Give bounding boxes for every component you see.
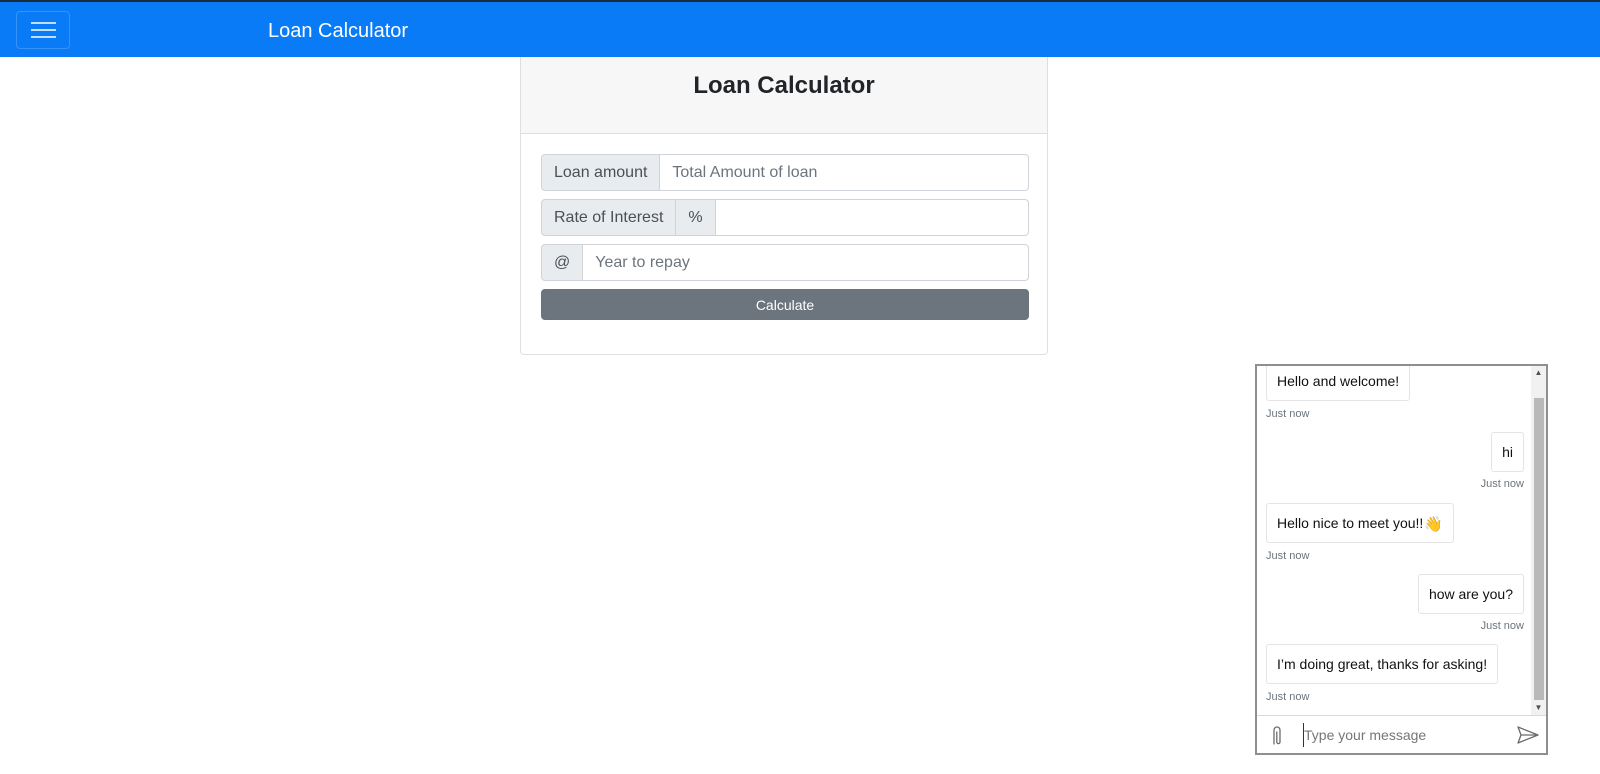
percent-label: %	[676, 199, 716, 236]
navbar-toggler-button[interactable]	[16, 11, 70, 49]
card-header: Loan Calculator	[521, 57, 1047, 134]
scroll-up-arrow-icon[interactable]: ▲	[1531, 366, 1546, 380]
chat-widget: Hello and welcome! Just now hi Just now …	[1255, 364, 1548, 755]
chat-message-list: Hello and welcome! Just now hi Just now …	[1257, 366, 1531, 715]
waving-hand-icon: 👋	[1424, 516, 1443, 533]
calculate-button[interactable]: Calculate	[541, 289, 1029, 320]
message-text: Hello nice to meet you!!	[1277, 515, 1424, 531]
navbar: Loan Calculator	[0, 0, 1600, 57]
message-timestamp: Just now	[1266, 408, 1310, 420]
menu-icon	[31, 22, 56, 24]
menu-icon-bar	[31, 29, 56, 31]
message-bubble: how are you?	[1417, 574, 1524, 614]
years-group: @	[541, 244, 1029, 281]
message-bubble: I’m doing great, thanks for asking!	[1266, 644, 1499, 684]
scroll-down-arrow-icon[interactable]: ▼	[1531, 701, 1546, 715]
message-bubble: hi	[1491, 432, 1524, 472]
chat-input-bar	[1257, 715, 1546, 753]
message-timestamp: Just now	[1480, 620, 1524, 632]
chat-message-input[interactable]	[1303, 723, 1504, 747]
loan-amount-group: Loan amount	[541, 154, 1029, 191]
menu-icon-bar	[31, 36, 56, 38]
loan-calculator-card: Loan Calculator Loan amount Rate of Inte…	[520, 57, 1048, 355]
message-timestamp: Just now	[1480, 478, 1524, 490]
chat-scrollbar[interactable]: ▲ ▼	[1531, 366, 1546, 715]
loan-amount-input[interactable]	[660, 154, 1029, 191]
message-bubble: Hello nice to meet you!!👋	[1266, 503, 1454, 543]
loan-amount-label: Loan amount	[541, 154, 661, 191]
interest-input[interactable]	[715, 199, 1029, 236]
card-title: Loan Calculator	[693, 72, 875, 99]
interest-label: Rate of Interest	[541, 199, 677, 236]
navbar-brand[interactable]: Loan Calculator	[268, 19, 408, 43]
message-timestamp: Just now	[1266, 550, 1310, 562]
paperclip-icon[interactable]	[1266, 724, 1288, 748]
scroll-thumb[interactable]	[1534, 398, 1544, 700]
years-input[interactable]	[583, 244, 1029, 281]
message-timestamp: Just now	[1266, 691, 1310, 703]
send-icon[interactable]	[1516, 725, 1540, 745]
interest-group: Rate of Interest %	[541, 199, 1029, 236]
years-addon: @	[541, 244, 584, 281]
message-bubble: Hello and welcome!	[1266, 366, 1411, 401]
